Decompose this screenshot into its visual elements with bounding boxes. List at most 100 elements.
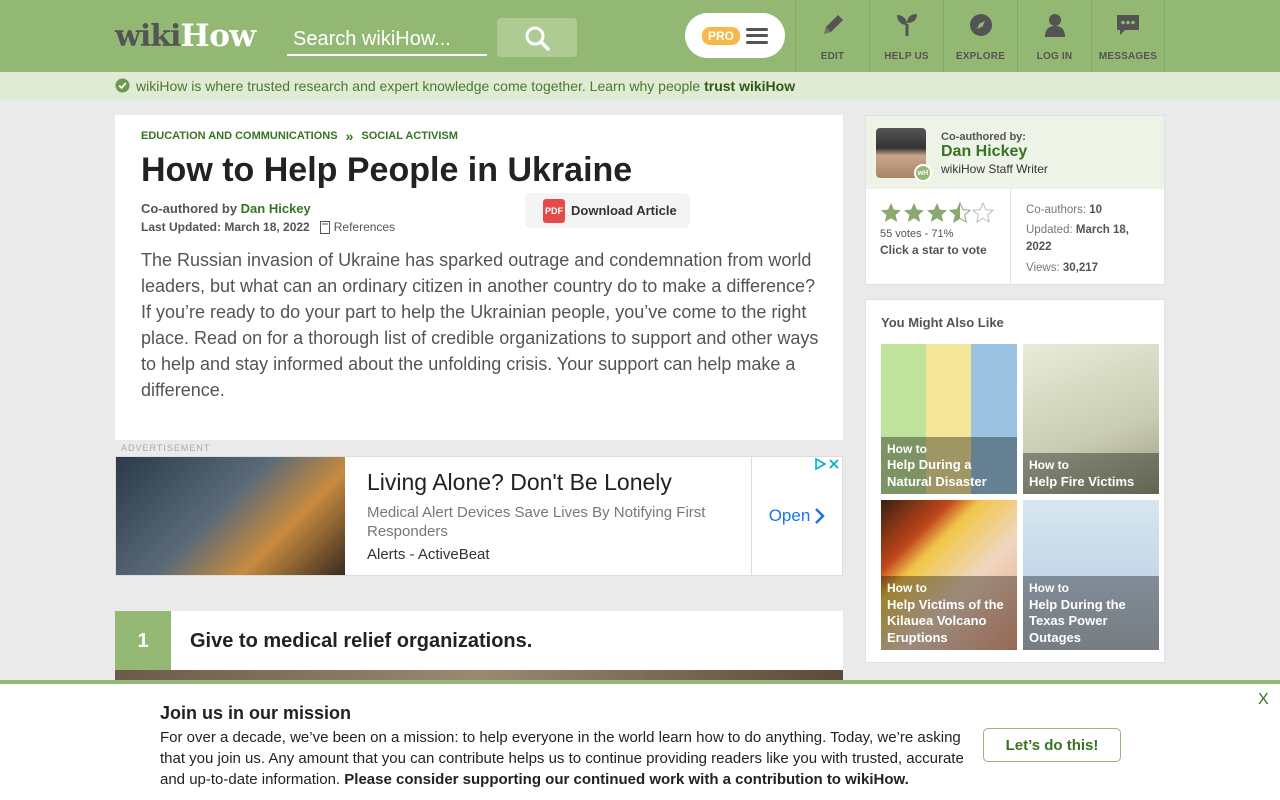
related-item[interactable]: How to Help During a Natural Disaster: [881, 344, 1017, 494]
donate-button[interactable]: Let’s do this!: [983, 728, 1121, 762]
ad-source: Alerts - ActiveBeat: [367, 546, 490, 563]
nav-messages-label: MESSAGES: [1098, 51, 1158, 62]
breadcrumb: EDUCATION AND COMMUNICATIONS » SOCIAL AC…: [141, 128, 458, 144]
related-item-caption: How to Help During the Texas Power Outage…: [1023, 576, 1159, 650]
author-card: wH Co-authored by: Dan Hickey wikiHow St…: [865, 115, 1165, 285]
related-howto: How to: [887, 581, 927, 595]
ad-banner[interactable]: Living Alone? Don't Be Lonely Medical Al…: [115, 456, 843, 576]
updated-label: Updated:: [1026, 224, 1076, 236]
download-article-button[interactable]: PDF Download Article: [525, 193, 690, 228]
search-button[interactable]: [497, 18, 577, 57]
wikihow-badge-icon: wH: [914, 164, 932, 182]
star-icon[interactable]: [903, 202, 925, 223]
user-icon: [1042, 12, 1068, 38]
vote-count: 55 votes - 71%: [880, 228, 954, 240]
related-item-title: Help Fire Victims: [1029, 473, 1135, 489]
sprout-icon: [894, 12, 920, 38]
references-link[interactable]: References: [319, 220, 396, 234]
check-badge-icon: [115, 78, 130, 93]
banner-title: Join us in our mission: [160, 703, 352, 723]
coauthor-label: Co-authored by: [141, 201, 241, 216]
related-item[interactable]: How to Help Victims of the Kilauea Volcan…: [881, 500, 1017, 650]
ad-open-label: Open: [768, 506, 811, 525]
ad-image[interactable]: [116, 457, 345, 575]
wikihow-logo[interactable]: wiki How: [115, 18, 256, 54]
banner-body: For over a decade, we’ve been on a missi…: [160, 727, 970, 790]
breadcrumb-education[interactable]: EDUCATION AND COMMUNICATIONS: [141, 130, 338, 142]
banner-bold-text: Please consider supporting our continued…: [344, 771, 909, 788]
coauthors-label: Co-authors:: [1026, 204, 1090, 216]
half-star-icon[interactable]: [949, 202, 971, 223]
nav-edit[interactable]: EDIT: [795, 0, 869, 72]
nav-help-us[interactable]: HELP US: [869, 0, 943, 72]
coauthored-by-label: Co-authored by:: [941, 131, 1026, 143]
related-item-title: Help During the Texas Power Outages: [1029, 596, 1126, 645]
search-box: [287, 18, 487, 56]
step-image: [115, 670, 843, 680]
nav-help-us-label: HELP US: [884, 51, 929, 62]
logo-wiki-text: wiki: [115, 19, 181, 54]
star-icon[interactable]: [926, 202, 948, 223]
related-item-title: Help During a Natural Disaster: [887, 457, 987, 489]
logo-how-text: How: [180, 18, 256, 54]
nav-explore[interactable]: EXPLORE: [943, 0, 1017, 72]
adchoices-icon: [815, 458, 826, 470]
related-item-caption: How to Help Victims of the Kilauea Volcan…: [881, 576, 1017, 650]
ad-open-button[interactable]: Open: [751, 457, 843, 575]
nav-edit-label: EDIT: [820, 51, 845, 62]
empty-star-icon[interactable]: [972, 202, 994, 223]
close-icon: [829, 459, 839, 469]
page-title: How to Help People in Ukraine: [141, 151, 633, 189]
star-rating[interactable]: [880, 202, 994, 223]
related-title: You Might Also Like: [881, 315, 1004, 330]
author-link[interactable]: Dan Hickey: [241, 201, 311, 216]
nav-log-in[interactable]: LOG IN: [1017, 0, 1091, 72]
chevron-right-icon: [815, 508, 826, 524]
pdf-icon: PDF: [543, 198, 565, 223]
breadcrumb-social-activism[interactable]: SOCIAL ACTIVISM: [361, 130, 458, 142]
trust-message: wikiHow is where trusted research and ex…: [136, 78, 795, 94]
author-role: wikiHow Staff Writer: [941, 162, 1048, 176]
banner-close-button[interactable]: X: [1258, 691, 1269, 709]
step-card: 1 Give to medical relief organizations.: [115, 611, 843, 680]
related-howto: How to: [1029, 581, 1069, 595]
author-summary: wH Co-authored by: Dan Hickey wikiHow St…: [866, 116, 1164, 189]
last-updated: Last Updated: March 18, 2022: [141, 220, 310, 234]
trust-bar: wikiHow is where trusted research and ex…: [0, 72, 1280, 100]
nav-messages[interactable]: MESSAGES: [1091, 0, 1165, 72]
article-intro: The Russian invasion of Ukraine has spar…: [141, 250, 819, 400]
donation-banner: Join us in our mission For over a decade…: [0, 680, 1280, 800]
related-item-caption: How to Help During a Natural Disaster: [881, 436, 1017, 494]
step-title: Give to medical relief organizations.: [190, 630, 533, 652]
trust-text: wikiHow is where trusted research and ex…: [136, 78, 705, 94]
updated-date: Updated: March 18, 2022: [1026, 222, 1156, 256]
pro-menu-button[interactable]: PRO: [685, 13, 785, 58]
trust-link[interactable]: trust wikiHow: [704, 78, 795, 94]
pro-badge: PRO: [701, 26, 740, 45]
step-number: 1: [115, 611, 171, 671]
updated-line: Last Updated: March 18, 2022 References: [141, 220, 395, 234]
related-item[interactable]: How to Help Fire Victims: [1023, 344, 1159, 494]
related-item-caption: How to Help Fire Victims: [1023, 453, 1159, 494]
document-icon: [319, 220, 330, 234]
references-label: References: [333, 220, 396, 234]
nav-log-in-label: LOG IN: [1036, 51, 1073, 62]
ad-choices[interactable]: [814, 458, 839, 470]
search-input[interactable]: [287, 18, 487, 54]
coauthors-count: Co-authors: 10: [1026, 202, 1102, 219]
star-icon[interactable]: [880, 202, 902, 223]
compass-icon: [968, 12, 994, 38]
related-howto: How to: [1029, 458, 1069, 472]
related-item[interactable]: How to Help During the Texas Power Outage…: [1023, 500, 1159, 650]
search-icon: [525, 26, 550, 51]
ad-title[interactable]: Living Alone? Don't Be Lonely: [367, 469, 672, 496]
coauthor-line: Co-authored by Dan Hickey: [141, 201, 311, 216]
article-header-card: EDUCATION AND COMMUNICATIONS » SOCIAL AC…: [115, 115, 843, 440]
site-header: wiki How PRO EDIT HELP US EXPLORE LOG IN…: [0, 0, 1280, 72]
related-howto: How to: [887, 441, 927, 456]
advertisement-label: ADVERTISEMENT: [121, 443, 211, 453]
related-item-title: Help Victims of the Kilauea Volcano Erup…: [887, 596, 1004, 645]
chat-icon: [1115, 12, 1141, 38]
author-name[interactable]: Dan Hickey: [941, 143, 1027, 161]
download-label: Download Article: [571, 203, 677, 218]
